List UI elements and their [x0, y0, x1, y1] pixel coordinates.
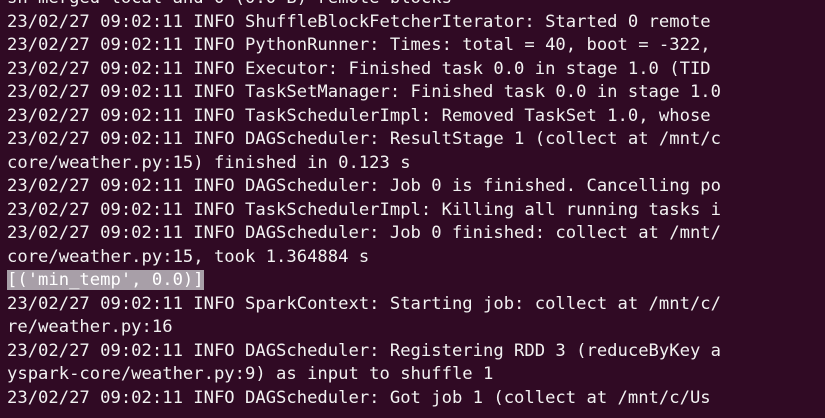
terminal-line: 23/02/27 09:02:11 INFO DAGScheduler: Res…	[7, 129, 721, 149]
terminal-output[interactable]: sh-merged-local and 0 (0.0 B) remote blo…	[7, 0, 721, 410]
terminal-line: re/weather.py:16	[7, 317, 173, 337]
terminal-line: sh-merged-local and 0 (0.0 B) remote blo…	[7, 0, 721, 11]
terminal-line: 23/02/27 09:02:11 INFO DAGScheduler: Job…	[7, 176, 721, 196]
terminal-line: 23/02/27 09:02:11 INFO PythonRunner: Tim…	[7, 35, 711, 55]
terminal-line: 23/02/27 09:02:11 INFO DAGScheduler: Job…	[7, 223, 721, 243]
terminal-window[interactable]: sh-merged-local and 0 (0.0 B) remote blo…	[0, 0, 825, 418]
terminal-line: core/weather.py:15) finished in 0.123 s	[7, 152, 411, 173]
terminal-line: 23/02/27 09:02:11 INFO ShuffleBlockFetch…	[7, 11, 711, 32]
terminal-line: 23/02/27 09:02:11 INFO TaskSetManager: F…	[7, 82, 721, 102]
terminal-line: core/weather.py:15, took 1.364884 s	[7, 246, 370, 267]
terminal-line: 23/02/27 09:02:11 INFO TaskSchedulerImpl…	[7, 199, 721, 220]
terminal-line: 23/02/27 09:02:11 INFO TaskSchedulerImpl…	[7, 105, 711, 126]
terminal-line: 23/02/27 09:02:11 INFO SparkContext: Sta…	[7, 293, 721, 314]
selected-text[interactable]: [('min_temp', 0.0)]	[7, 270, 204, 290]
terminal-line: 23/02/27 09:02:11 INFO DAGScheduler: Got…	[7, 387, 711, 408]
terminal-line: yspark-core/weather.py:9) as input to sh…	[7, 364, 494, 384]
terminal-line-selected[interactable]: [('min_temp', 0.0)]	[7, 269, 721, 293]
terminal-line: 23/02/27 09:02:11 INFO Executor: Finishe…	[7, 58, 711, 79]
terminal-line: 23/02/27 09:02:11 INFO DAGScheduler: Reg…	[7, 340, 721, 361]
